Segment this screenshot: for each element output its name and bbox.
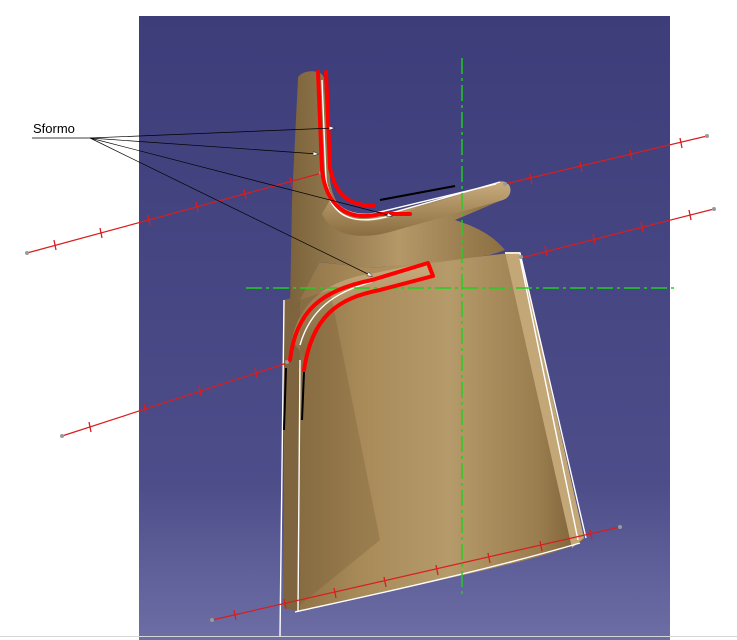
bottom-divider [0,636,737,637]
callout-label: Sformo [33,121,75,136]
cad-viewport[interactable]: Sformo [0,0,737,640]
